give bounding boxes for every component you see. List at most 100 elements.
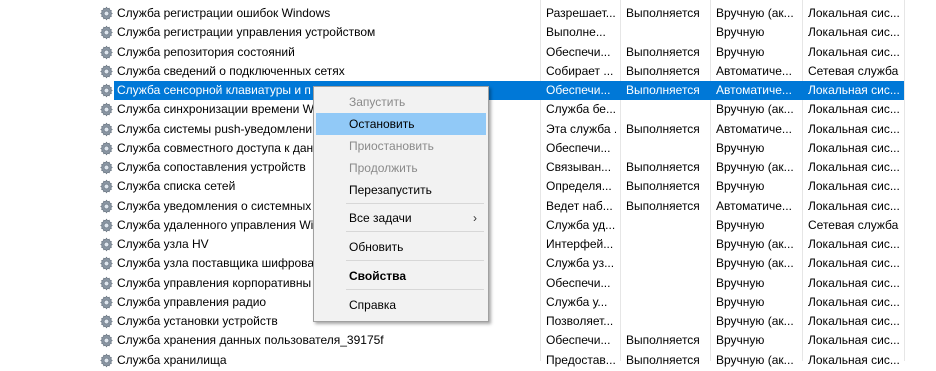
service-startup-type: Вручную [716,44,765,59]
menu-item-label: Обновить [349,240,404,254]
service-description: Собирает ... [546,63,614,78]
service-status: Выполняется [626,352,700,367]
gear-icon [99,83,114,98]
gear-icon [99,295,114,310]
service-startup-type: Автоматиче... [716,63,792,78]
gear-icon [99,45,114,60]
menu-separator [346,203,484,204]
table-row[interactable]: Служба хранения данных пользователя_3917… [0,331,936,350]
menu-item-label: Продолжить [349,161,418,175]
gear-icon [99,179,114,194]
service-status [626,216,708,235]
context-menu: Запустить Остановить Приостановить Продо… [313,86,489,322]
menu-item-pause: Приостановить [316,135,486,157]
service-logon-as: Локальная сис... [808,44,900,59]
table-row[interactable]: Служба регистрации управления устройство… [0,23,936,42]
table-row[interactable]: Служба регистрации ошибок Windows Разреша… [0,4,936,23]
service-logon-as: Локальная сис... [808,333,900,348]
service-logon-as: Локальная сис... [808,256,900,271]
gear-icon [99,237,114,252]
service-description: Служба бе... [546,102,616,117]
service-logon-as: Локальная сис... [808,102,900,117]
service-description: Предостав... [546,352,616,367]
service-status [626,139,708,158]
service-description: Ведет наб... [546,198,613,213]
service-status: Выполняется [626,179,700,194]
service-description: Эта служба ... [546,121,616,136]
menu-item-properties[interactable]: Свойства [316,265,486,287]
service-startup-type: Вручную [716,179,765,194]
service-logon-as: Локальная сис... [808,275,900,290]
service-status: Выполняется [626,83,700,97]
menu-item-label: Приостановить [349,139,434,153]
service-name: Служба репозитория состояний [117,44,295,59]
service-startup-type: Вручную (ак... [716,160,794,174]
menu-item-restart[interactable]: Перезапустить [316,179,486,201]
service-startup-type: Вручную (ак... [716,237,794,251]
service-logon-as: Локальная сис... [808,83,900,97]
gear-icon [99,25,114,40]
service-name: Служба хранения данных пользователя_3917… [117,333,384,348]
service-startup-type: Автоматиче... [716,83,792,97]
service-description: Обеспечи... [546,275,611,290]
gear-icon [99,6,114,21]
service-startup-type: Вручную (ак... [716,6,794,20]
service-startup-type: Вручную [716,25,765,40]
service-logon-as: Локальная сис... [808,179,900,194]
service-startup-type: Автоматиче... [716,121,792,136]
service-logon-as: Локальная сис... [808,352,900,367]
gear-icon [99,199,114,214]
service-description: Обеспечи... [546,333,611,348]
menu-separator [346,231,484,232]
service-logon-as: Локальная сис... [808,121,900,136]
gear-icon [99,256,114,271]
menu-item-resume: Продолжить [316,157,486,179]
menu-item-label: Все задачи [349,211,412,225]
service-description: Выполне... [546,25,606,40]
service-name: Служба регистрации управления устройство… [117,25,376,40]
service-logon-as: Локальная сис... [808,160,900,174]
service-startup-type: Вручную (ак... [716,102,794,117]
gear-icon [99,333,114,348]
gear-icon [99,122,114,137]
service-status [626,293,708,312]
service-description: Служба уз... [546,256,615,271]
service-startup-type: Автоматиче... [716,198,792,213]
service-startup-type: Вручную (ак... [716,256,794,271]
service-name: Служба регистрации ошибок Windows [117,6,331,20]
menu-item-help[interactable]: Справка [316,294,486,316]
service-logon-as: Локальная сис... [808,314,900,328]
service-description: Позволяет... [546,314,614,328]
menu-item-label: Перезапустить [349,183,432,197]
service-status: Выполняется [626,160,700,174]
menu-item-all-tasks[interactable]: Все задачи › [316,207,486,229]
menu-item-label: Свойства [349,269,407,283]
gear-icon [99,276,114,291]
service-description: Обеспечи... [546,44,611,59]
gear-icon [99,160,114,175]
service-description: Обеспечи... [546,83,611,97]
table-row[interactable]: Служба хранилища Предостав... Выполняется В… [0,351,936,370]
service-description: Служба у... [546,294,608,309]
service-startup-type: Вручную [716,333,765,348]
table-row[interactable]: Служба репозитория состояний Обеспечи... В… [0,43,936,62]
service-description: Определя... [546,179,612,194]
service-logon-as: Сетевая служба [808,63,899,78]
service-description: Служба уд... [546,217,616,232]
service-status: Выполняется [626,198,700,213]
gear-icon [99,353,114,368]
gear-icon [99,64,114,79]
service-description: Разрешает... [546,6,616,20]
menu-item-refresh[interactable]: Обновить [316,236,486,258]
menu-item-label: Запустить [349,95,406,109]
service-logon-as: Локальная сис... [808,294,900,309]
service-status: Выполняется [626,121,700,136]
service-status [626,274,708,293]
service-status: Выполняется [626,44,700,59]
service-logon-as: Локальная сис... [808,140,900,155]
service-startup-type: Вручную (ак... [716,314,794,328]
table-row[interactable]: Служба сведений о подключенных сетях Соби… [0,62,936,81]
menu-item-stop[interactable]: Остановить [316,113,486,135]
chevron-right-icon: › [473,211,477,225]
gear-icon [99,102,114,117]
